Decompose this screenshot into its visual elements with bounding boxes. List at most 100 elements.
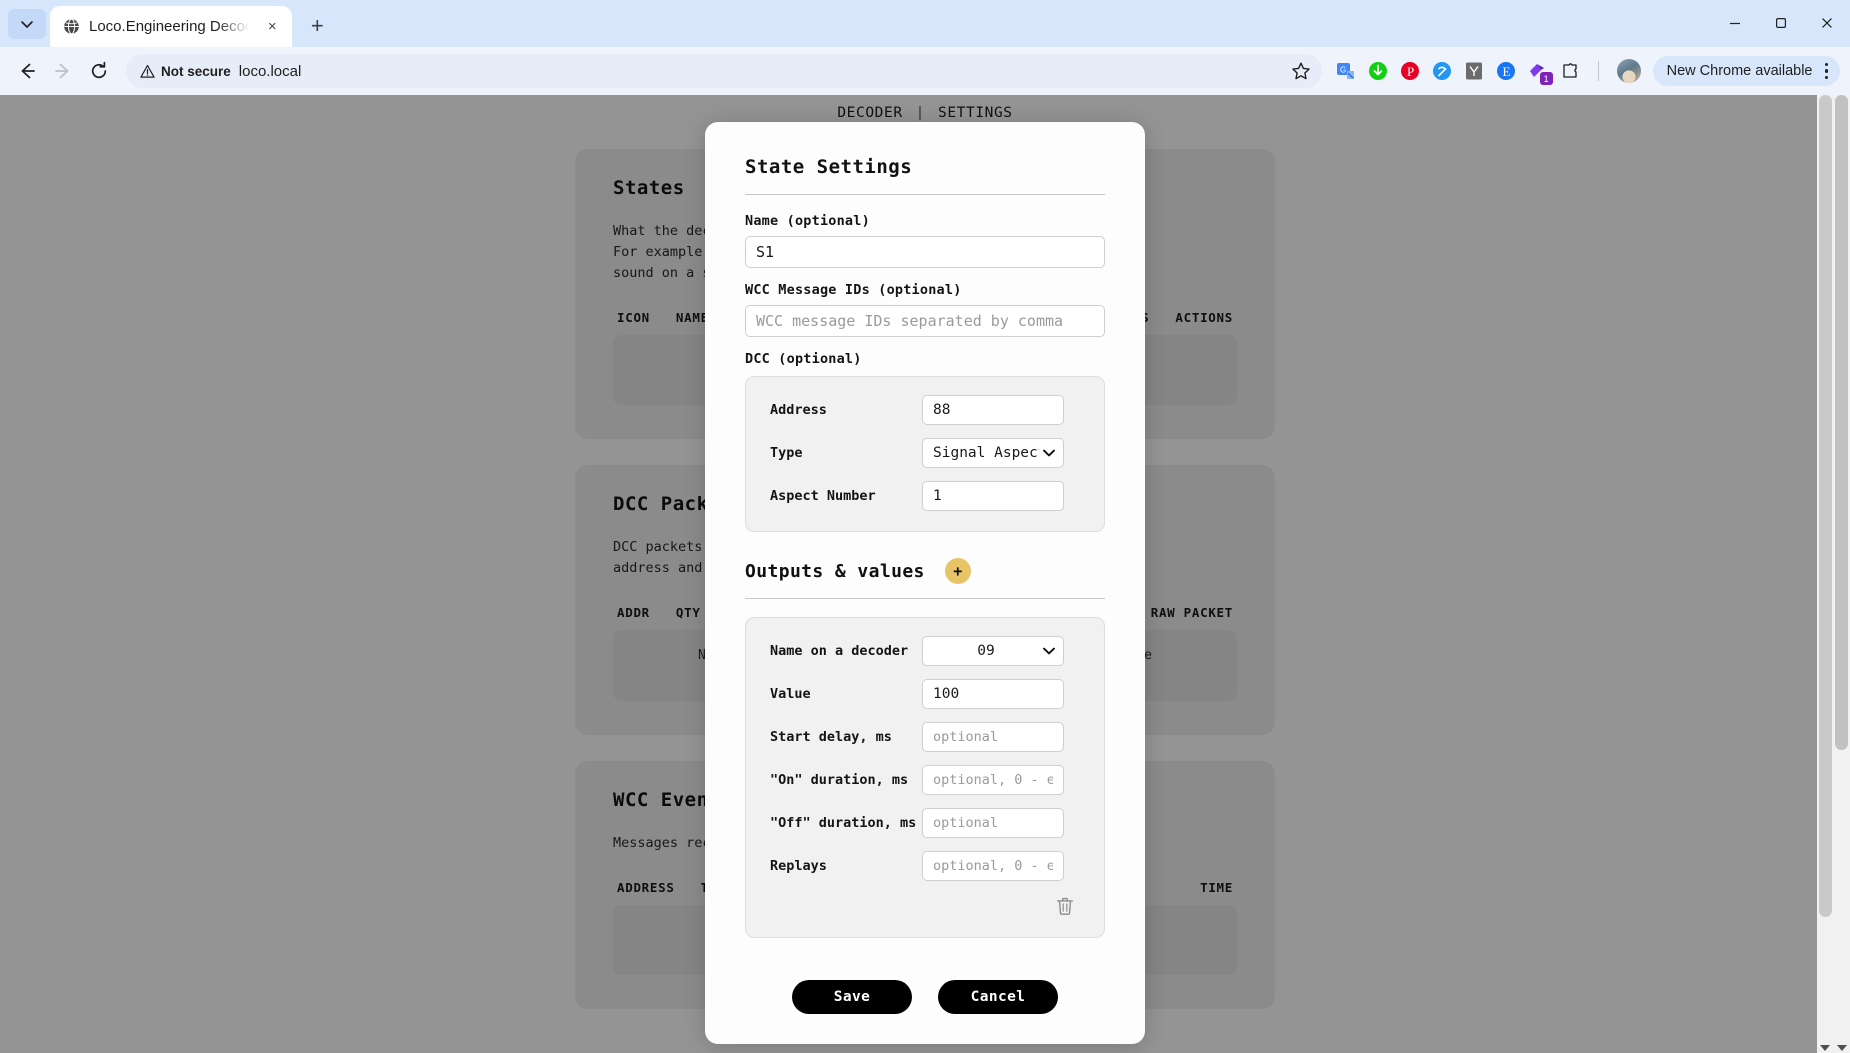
dcc-type-control: Signal Aspect [922,438,1064,468]
page-scrollbar-thumb[interactable] [1835,95,1848,750]
reload-icon [89,61,109,81]
scroll-down-arrow-icon[interactable] [1820,1045,1830,1051]
browser-window: Loco.Engineering Decod × + [0,0,1850,1053]
output-on-duration-label: "On" duration, ms [770,772,922,788]
outputs-section-header: Outputs & values + [745,558,1105,584]
dcc-type-select[interactable]: Signal Aspect [922,438,1064,468]
new-tab-button[interactable]: + [300,9,334,43]
window-controls [1712,4,1850,42]
puzzle-icon[interactable] [1560,61,1580,81]
save-button[interactable]: Save [792,980,912,1014]
y-icon[interactable] [1464,61,1484,81]
sync-icon[interactable] [1432,61,1452,81]
warning-triangle-icon [140,64,155,79]
pinterest-icon[interactable]: P [1400,61,1420,81]
chrome-menu-icon[interactable] [1821,63,1833,80]
avatar[interactable] [1617,59,1641,83]
dialog-actions: Save Cancel [745,980,1105,1014]
minimize-button[interactable] [1712,4,1758,42]
inner-scrollbar-thumb[interactable] [1819,95,1832,917]
inner-scrollbar[interactable] [1817,95,1833,1053]
output-start-delay-label: Start delay, ms [770,729,922,745]
dcc-aspect-input[interactable] [922,481,1064,511]
toolbar-divider [1598,61,1599,81]
chrome-update-button[interactable]: New Chrome available [1653,56,1840,86]
dialog-title: State Settings [745,156,1105,178]
output-value-input[interactable] [922,679,1064,709]
dcc-type-label: Type [770,445,922,461]
back-arrow-icon [17,61,37,81]
output-on-duration-control [922,765,1064,795]
outputs-title: Outputs & values [745,561,925,582]
forward-arrow-icon [53,61,73,81]
output-on-duration-input[interactable] [922,765,1064,795]
output-replays-control [922,851,1064,881]
wcc-message-ids-input[interactable] [745,305,1105,337]
output-name-select[interactable]: 09 [922,636,1064,666]
close-icon [1821,17,1833,29]
output-replays-row: Replays [770,851,1080,881]
tab-search-button[interactable] [8,9,46,39]
dcc-type-row: Type Signal Aspect [770,438,1080,468]
browser-tab[interactable]: Loco.Engineering Decod × [50,6,292,47]
output-off-duration-input[interactable] [922,808,1064,838]
back-button[interactable] [10,54,44,88]
bookmark-star-icon[interactable] [1290,60,1312,82]
svg-text:E: E [1502,64,1510,79]
page-scrollbar[interactable] [1833,95,1850,1053]
chrome-update-label: New Chrome available [1667,63,1813,79]
dcc-aspect-row: Aspect Number [770,481,1080,511]
cancel-button[interactable]: Cancel [938,980,1058,1014]
add-output-button[interactable]: + [945,558,971,584]
svg-text:G: G [1340,66,1346,75]
output-replays-label: Replays [770,858,922,874]
editor-icon[interactable]: E [1496,61,1516,81]
minimize-icon [1729,17,1741,29]
output-item-group: Name on a decoder 09 Value [745,617,1105,938]
trash-icon[interactable] [1054,895,1076,917]
globe-icon [63,18,80,35]
output-off-duration-row: "Off" duration, ms [770,808,1080,838]
output-start-delay-input[interactable] [922,722,1064,752]
dcc-address-input[interactable] [922,395,1064,425]
maximize-button[interactable] [1758,4,1804,42]
output-value-label: Value [770,686,922,702]
url-text: loco.local [239,63,1308,80]
origami-icon[interactable]: 1 [1528,61,1548,81]
extension-badge: 1 [1540,72,1553,85]
address-bar[interactable]: Not secure loco.local [126,54,1322,88]
dcc-address-row: Address [770,395,1080,425]
output-delete-row [770,895,1080,917]
output-value-row: Value [770,679,1080,709]
output-off-duration-control [922,808,1064,838]
page-viewport: DECODER | SETTINGS States What the decod… [0,95,1850,1053]
tab-close-icon[interactable]: × [262,17,282,37]
security-indicator[interactable]: Not secure [140,64,231,79]
chevron-down-icon [20,17,34,31]
name-input[interactable] [745,236,1105,268]
scroll-down-arrow-icon[interactable] [1837,1045,1847,1051]
dcc-group: Address Type Signal Aspect [745,376,1105,532]
forward-button[interactable] [46,54,80,88]
save-icon[interactable] [1368,61,1388,81]
output-off-duration-label: "Off" duration, ms [770,815,922,831]
tab-title: Loco.Engineering Decod [89,18,253,35]
translate-icon[interactable]: G [1336,61,1356,81]
output-on-duration-row: "On" duration, ms [770,765,1080,795]
outputs-divider [745,598,1105,599]
output-value-control [922,679,1064,709]
wcc-label: WCC Message IDs (optional) [745,282,1105,298]
security-label: Not secure [161,64,231,79]
close-window-button[interactable] [1804,4,1850,42]
output-name-control: 09 [922,636,1064,666]
dcc-aspect-label: Aspect Number [770,488,922,504]
dcc-aspect-control [922,481,1064,511]
output-replays-input[interactable] [922,851,1064,881]
svg-text:P: P [1407,64,1414,79]
output-start-delay-control [922,722,1064,752]
reload-button[interactable] [82,54,116,88]
state-settings-dialog: State Settings Name (optional) WCC Messa… [705,122,1145,1044]
title-divider [745,194,1105,195]
dcc-address-label: Address [770,402,922,418]
dcc-label: DCC (optional) [745,351,1105,367]
